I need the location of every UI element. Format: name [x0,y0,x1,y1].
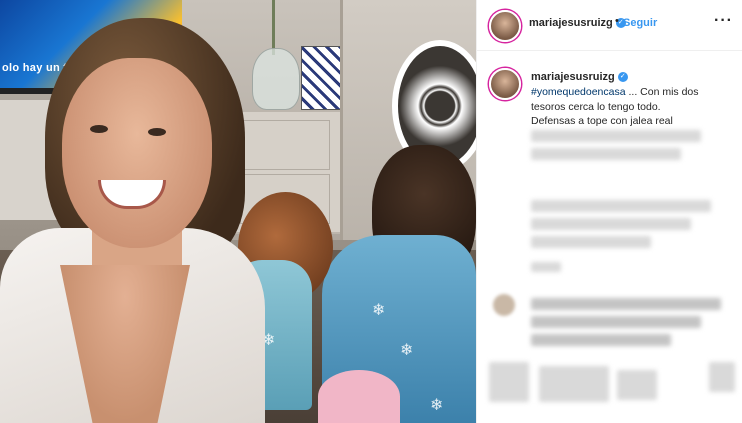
blurred-action-icon [617,370,657,400]
separator-dot: • [615,15,619,27]
eye [148,128,166,136]
eye [90,125,108,133]
username-text[interactable]: mariajesusruizg [529,17,613,29]
caption-text: #yomequedoencasa ... Con mis dos tesoros… [531,85,731,129]
blurred-text [531,200,711,212]
caption-line-1: ... Con mis dos [625,86,699,98]
follow-button[interactable]: Seguir [623,17,657,29]
blurred-action-icon [539,366,609,402]
blurred-comment [531,334,671,346]
blurred-text [531,262,561,272]
caption-line-2: tesoros cerca lo tengo todo. [531,100,661,113]
pink-toy [318,370,400,423]
header-username[interactable]: mariajesusruizg ✓ [529,17,626,29]
blurred-text [531,130,701,142]
snowflake-icon: ❄ [430,397,444,414]
snowflake-icon: ❄ [400,342,414,359]
flower-stem [272,0,275,55]
post-header: mariajesusruizg ✓ • Seguir ··· [477,0,742,51]
post-photo[interactable]: olo hay un tr ❄ ❄ ❄ ❄ [0,0,476,423]
blurred-comment [531,298,721,310]
caption-avatar[interactable] [489,68,521,100]
caption-username[interactable]: mariajesusruizg ✓ [531,71,628,83]
post-side-panel: mariajesusruizg ✓ • Seguir ··· mariajesus… [476,0,742,423]
avatar[interactable] [489,10,521,42]
blurred-text [531,236,651,248]
blurred-text [531,148,681,160]
blurred-comment [531,316,701,328]
hashtag-link[interactable]: #yomequedoencasa [531,86,626,98]
snowflake-icon: ❄ [372,302,386,319]
verified-badge-icon: ✓ [617,72,628,83]
caption-line-3: Defensas a tope con jalea real [531,115,673,127]
glass-vase [252,48,300,110]
woman-face [62,58,212,248]
drawer [240,120,330,170]
more-options-icon[interactable]: ··· [714,12,733,30]
username-text[interactable]: mariajesusruizg [531,71,615,83]
blurred-text [531,218,691,230]
blurred-comment-avatar [493,294,515,316]
blurred-bookmark-icon [709,362,735,392]
blurred-action-icon [489,362,529,402]
